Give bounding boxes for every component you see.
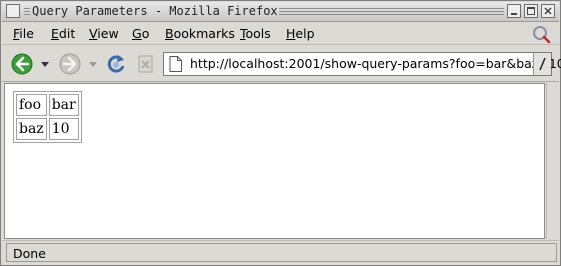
throbber-icon bbox=[533, 26, 551, 44]
menu-tools[interactable]: Tools bbox=[240, 26, 271, 41]
table-row: baz 10 bbox=[16, 118, 79, 140]
maximize-icon bbox=[527, 7, 535, 15]
table-row: foo bar bbox=[16, 94, 79, 116]
menu-go[interactable]: Go bbox=[132, 26, 149, 41]
browser-window: Query Parameters - Mozilla Firefox File … bbox=[0, 0, 561, 266]
title-bar-grip bbox=[24, 8, 30, 15]
back-history-dropdown[interactable] bbox=[41, 62, 49, 67]
menu-bookmarks[interactable]: Bookmarks bbox=[165, 26, 235, 41]
title-bar-grip bbox=[279, 8, 504, 15]
param-value-cell: 10 bbox=[48, 118, 79, 140]
title-bar[interactable]: Query Parameters - Mozilla Firefox bbox=[2, 2, 559, 22]
param-value-cell: bar bbox=[48, 94, 79, 116]
menu-bar: File Edit View Go Bookmarks Tools Help bbox=[2, 22, 559, 45]
reload-icon[interactable] bbox=[104, 52, 128, 76]
forward-icon[interactable] bbox=[58, 52, 82, 76]
query-params-table: foo bar baz 10 bbox=[13, 91, 82, 143]
status-pane: Done bbox=[6, 243, 557, 262]
minimize-icon bbox=[511, 13, 517, 15]
menu-help[interactable]: Help bbox=[286, 26, 315, 41]
minimize-button[interactable] bbox=[507, 4, 521, 18]
menu-view[interactable]: View bbox=[89, 26, 119, 41]
url-bar[interactable]: http://localhost:2001/show-query-params?… bbox=[163, 52, 561, 76]
maximize-button[interactable] bbox=[524, 4, 538, 18]
forward-history-dropdown[interactable] bbox=[89, 62, 97, 67]
menu-edit[interactable]: Edit bbox=[51, 26, 75, 41]
navigation-toolbar: http://localhost:2001/show-query-params?… bbox=[2, 45, 561, 82]
window-title: Query Parameters - Mozilla Firefox bbox=[32, 4, 278, 18]
param-name-cell: foo bbox=[16, 94, 47, 116]
status-text: Done bbox=[13, 246, 46, 261]
go-icon bbox=[539, 57, 546, 71]
close-icon bbox=[544, 7, 552, 15]
go-button[interactable] bbox=[533, 53, 551, 75]
url-text[interactable]: http://localhost:2001/show-query-params?… bbox=[190, 56, 561, 71]
param-name-cell: baz bbox=[16, 118, 47, 140]
page-icon bbox=[169, 56, 182, 72]
menu-file[interactable]: File bbox=[13, 26, 34, 41]
stop-icon[interactable] bbox=[134, 52, 158, 76]
status-bar: Done bbox=[2, 240, 559, 265]
close-button[interactable] bbox=[541, 4, 555, 18]
window-menu-button[interactable] bbox=[6, 4, 20, 18]
page-content: foo bar baz 10 bbox=[4, 83, 545, 239]
back-icon[interactable] bbox=[10, 52, 34, 76]
vertical-scrollbar[interactable] bbox=[546, 83, 559, 239]
